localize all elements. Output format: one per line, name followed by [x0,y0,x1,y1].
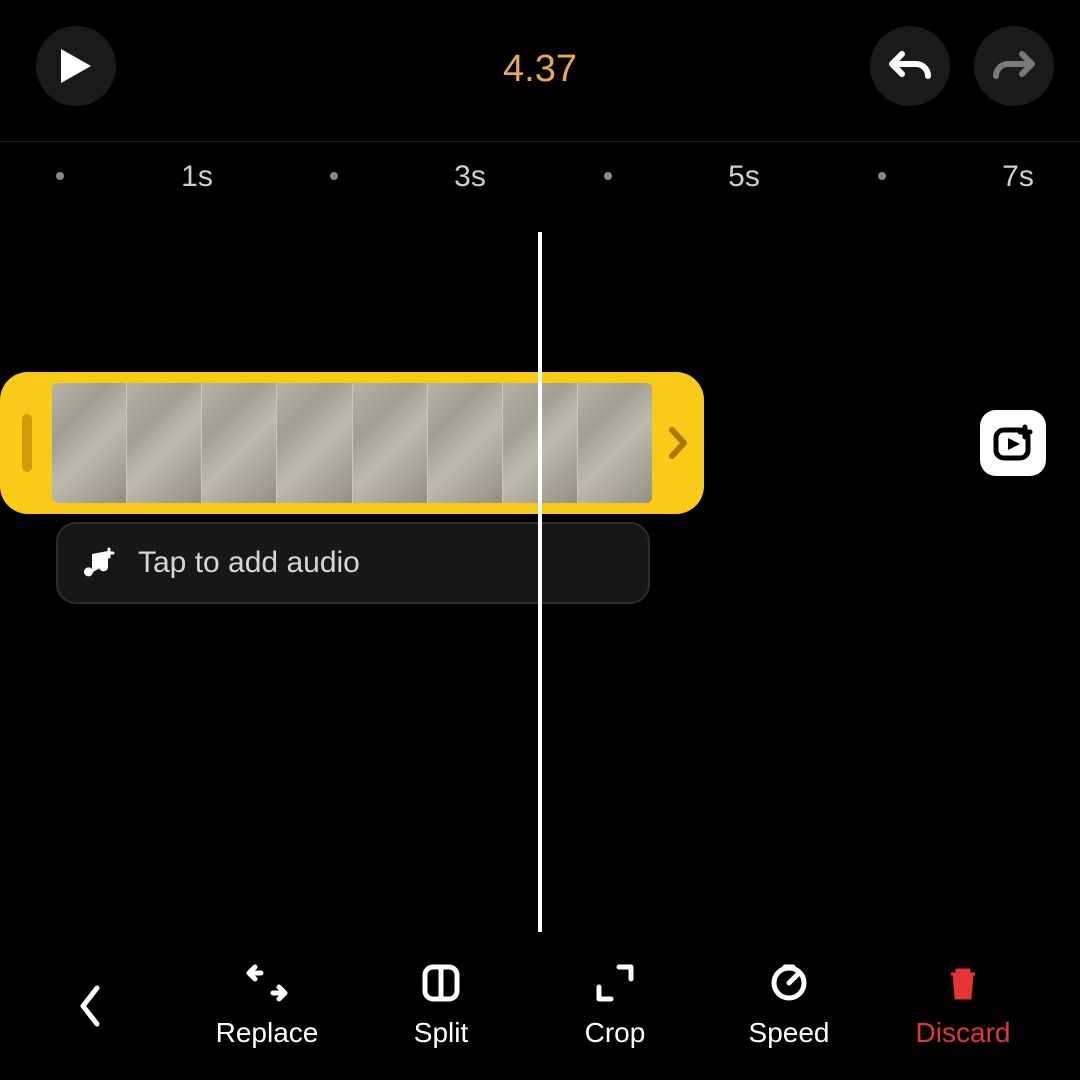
ruler-label: 1s [181,160,213,194]
clip-frame [277,383,352,503]
trash-icon [943,963,983,1003]
ruler-label: 3s [454,160,486,194]
current-time: 4.37 [503,48,577,91]
undo-icon [888,46,932,86]
clip-frame [578,383,652,503]
clip-frame [428,383,503,503]
action-label: Split [414,1017,468,1049]
music-note-icon [82,546,116,580]
play-icon [59,47,93,85]
video-clip[interactable] [0,372,704,514]
replace-icon [245,963,289,1003]
action-label: Speed [749,1017,830,1049]
redo-button[interactable] [974,26,1054,106]
clip-thumbnails [52,383,652,503]
action-row: Replace Split Crop Speed Discard [180,963,1080,1049]
clip-trim-handle-left[interactable] [22,414,32,472]
crop-button[interactable]: Crop [535,963,695,1049]
add-audio-button[interactable]: Tap to add audio [56,522,650,604]
speed-button[interactable]: Speed [709,963,869,1049]
undo-button[interactable] [870,26,950,106]
ruler-tick [56,172,64,180]
play-button[interactable] [36,26,116,106]
split-button[interactable]: Split [361,963,521,1049]
action-label: Crop [585,1017,646,1049]
chevron-right-icon [668,426,688,460]
add-clip-button[interactable] [980,410,1046,476]
speed-icon [769,963,809,1003]
add-clip-icon [992,422,1034,464]
redo-icon [992,46,1036,86]
top-bar: 4.37 [0,0,1080,142]
action-label: Discard [916,1017,1011,1049]
timeline[interactable]: Tap to add audio [0,202,1080,932]
time-ruler[interactable]: 1s 3s 5s 7s [0,142,1080,202]
playhead[interactable] [538,232,542,932]
clip-frame [353,383,428,503]
clip-frame [127,383,202,503]
ruler-tick [604,172,612,180]
ruler-tick [330,172,338,180]
chevron-left-icon [77,984,103,1028]
ruler-label: 7s [1002,160,1034,194]
crop-icon [595,963,635,1003]
clip-frame [202,383,277,503]
ruler-tick [878,172,886,180]
replace-button[interactable]: Replace [187,963,347,1049]
bottom-toolbar: Replace Split Crop Speed Discard [0,932,1080,1080]
ruler-label: 5s [728,160,760,194]
back-button[interactable] [0,932,180,1080]
clip-frame [52,383,127,503]
clip-trim-handle-right[interactable] [668,426,688,460]
action-label: Replace [216,1017,319,1049]
add-audio-label: Tap to add audio [138,546,360,580]
discard-button[interactable]: Discard [883,963,1043,1049]
split-icon [421,963,461,1003]
